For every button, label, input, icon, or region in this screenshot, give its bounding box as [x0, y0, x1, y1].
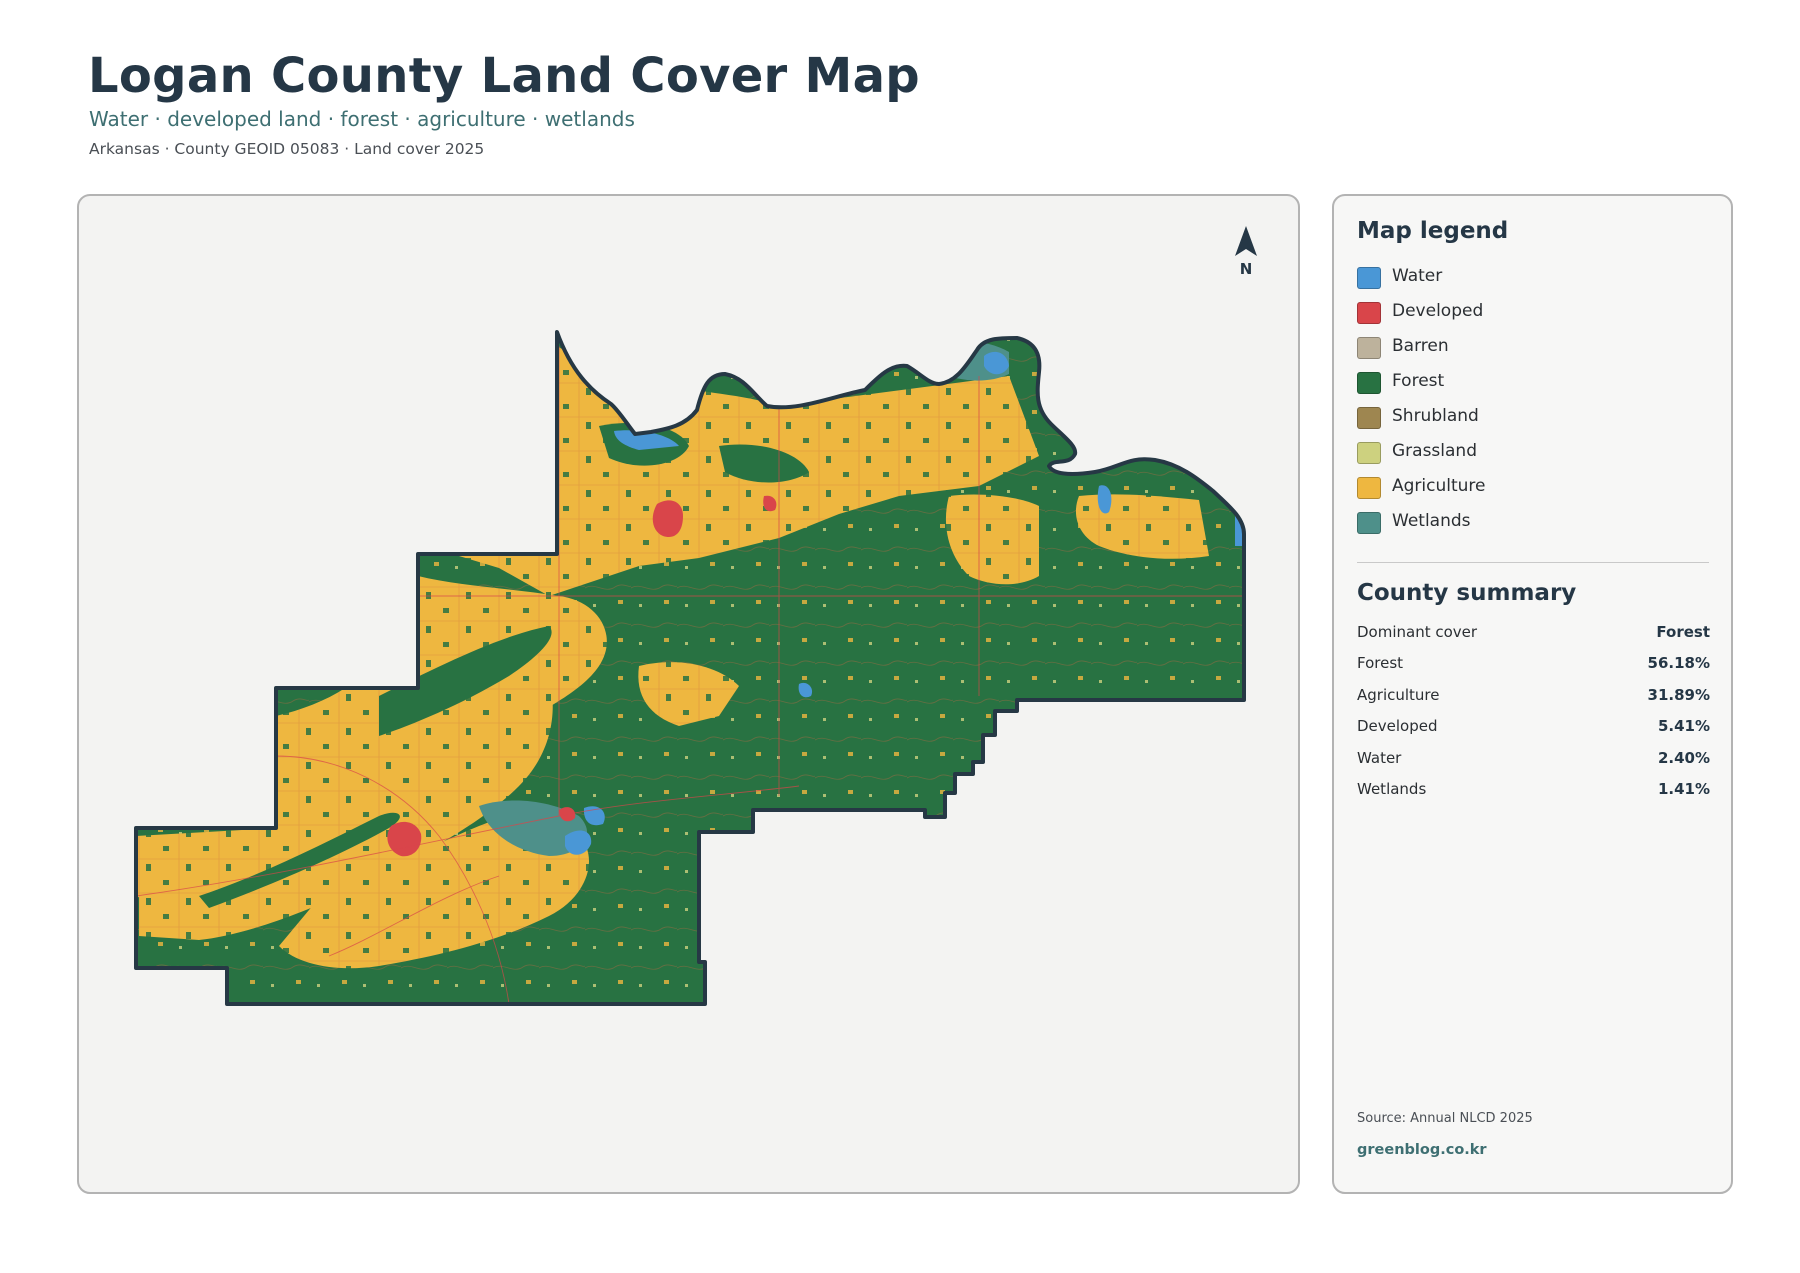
legend-item: Water: [1357, 265, 1707, 300]
summary-row: Wetlands 1.41%: [1357, 780, 1710, 811]
county-map[interactable]: N: [79, 196, 1300, 1194]
legend-label: Water: [1392, 266, 1443, 286]
summary-row: Agriculture 31.89%: [1357, 686, 1710, 717]
legend-label: Forest: [1392, 371, 1445, 391]
summary-label: Forest: [1357, 654, 1404, 673]
summary-value: 56.18%: [1647, 654, 1710, 673]
summary-value: 31.89%: [1647, 685, 1710, 704]
legend-swatch: [1357, 407, 1381, 429]
summary-label: Developed: [1357, 717, 1438, 736]
north-label: N: [1240, 260, 1253, 278]
legend-label: Shrubland: [1392, 406, 1479, 426]
summary-row: Dominant cover Forest: [1357, 623, 1710, 654]
summary-row: Forest 56.18%: [1357, 654, 1710, 685]
summary-table: Dominant cover Forest Forest 56.18% Agricult…: [1357, 623, 1710, 811]
legend-item: Shrubland: [1357, 405, 1707, 440]
page-meta: Arkansas · County GEOID 05083 · Land cov…: [89, 140, 485, 158]
legend-label: Agriculture: [1392, 476, 1486, 496]
legend-item: Grassland: [1357, 440, 1707, 475]
legend-swatch: [1357, 302, 1381, 324]
summary-value: 2.40%: [1657, 748, 1710, 767]
summary-label: Agriculture: [1357, 685, 1440, 704]
summary-title: County summary: [1357, 580, 1577, 606]
legend-swatch: [1357, 442, 1381, 464]
page-title: Logan County Land Cover Map: [88, 48, 920, 104]
legend-label: Wetlands: [1392, 511, 1471, 531]
summary-value: 1.41%: [1657, 779, 1710, 798]
map-panel[interactable]: N: [77, 194, 1300, 1194]
page-subtitle: Water · developed land · forest · agricu…: [89, 107, 635, 131]
summary-row: Water 2.40%: [1357, 749, 1710, 780]
legend-item: Barren: [1357, 335, 1707, 370]
legend-item: Developed: [1357, 300, 1707, 335]
source-note: Source: Annual NLCD 2025: [1357, 1111, 1533, 1126]
legend-label: Barren: [1392, 336, 1449, 356]
legend-panel: Map legend Water Developed Barren Forest Shr…: [1332, 194, 1733, 1194]
legend-title: Map legend: [1357, 218, 1509, 244]
summary-label: Dominant cover: [1357, 623, 1478, 641]
legend-item: Wetlands: [1357, 510, 1707, 545]
north-arrow: N: [1235, 226, 1257, 278]
legend-swatch: [1357, 267, 1381, 289]
land-cover-layer: [136, 332, 1244, 1004]
legend-divider: [1357, 562, 1709, 563]
legend-swatch: [1357, 512, 1381, 534]
developed-area: [652, 500, 683, 538]
legend-label: Grassland: [1392, 441, 1477, 461]
legend-swatch: [1357, 372, 1381, 394]
legend-swatch: [1357, 337, 1381, 359]
summary-label: Water: [1357, 748, 1402, 767]
legend-item: Agriculture: [1357, 475, 1707, 510]
summary-value: 5.41%: [1657, 717, 1710, 736]
summary-value: Forest: [1656, 623, 1710, 641]
summary-label: Wetlands: [1357, 779, 1427, 798]
legend-item: Forest: [1357, 370, 1707, 405]
legend-list: Water Developed Barren Forest Shrubland Grass…: [1357, 265, 1707, 545]
legend-label: Developed: [1392, 301, 1484, 321]
north-arrow-icon: [1235, 226, 1257, 256]
summary-row: Developed 5.41%: [1357, 717, 1710, 748]
brand-link[interactable]: greenblog.co.kr: [1357, 1142, 1487, 1158]
legend-swatch: [1357, 477, 1381, 499]
